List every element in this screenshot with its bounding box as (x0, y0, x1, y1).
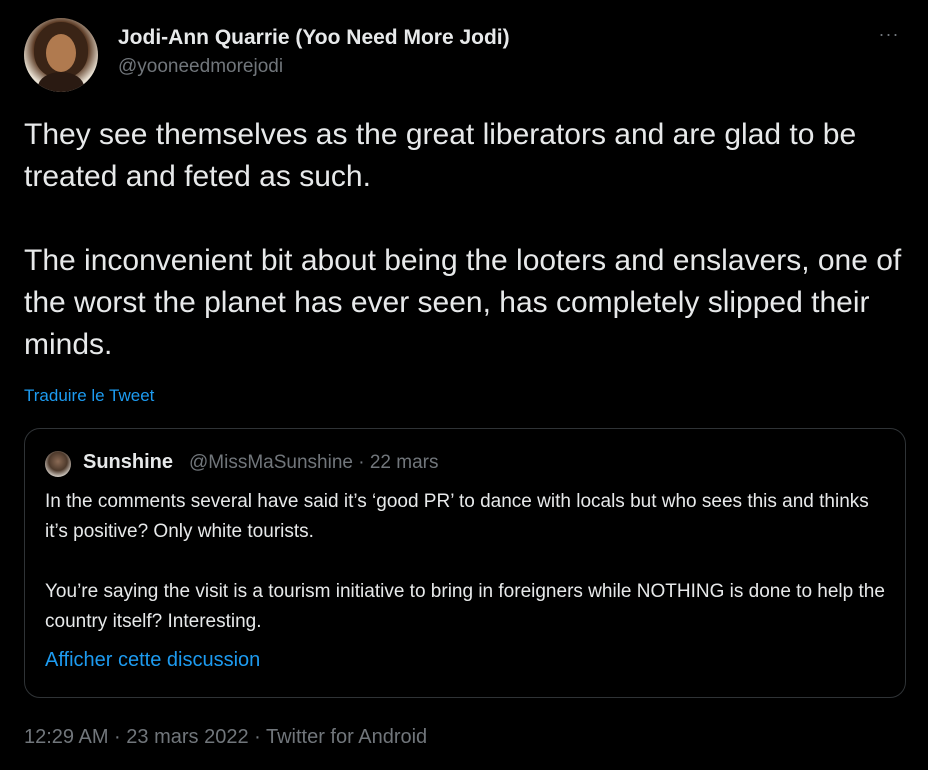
tweet-header: Jodi-Ann Quarrie (Yoo Need More Jodi) @y… (24, 18, 904, 94)
author-handle[interactable]: @yooneedmorejodi (118, 56, 283, 78)
tweet-paragraph-2: The inconvenient bit about being the loo… (24, 244, 902, 361)
quoted-paragraph-1: In the comments several have said it’s ‘… (45, 491, 869, 542)
quoted-author-name: Sunshine (83, 451, 174, 473)
show-thread-link[interactable]: Afficher cette discussion (45, 649, 260, 672)
quoted-paragraph-2: You’re saying the visit is a tourism ini… (45, 581, 885, 632)
author-name[interactable]: Jodi-Ann Quarrie (Yoo Need More Jodi) (118, 26, 510, 50)
tweet-paragraph-1: They see themselves as the great liberat… (24, 118, 857, 193)
quoted-tweet[interactable]: Sunshine @MissMaSunshine · 22 mars In th… (24, 428, 906, 698)
more-options-icon[interactable]: ··· (874, 24, 904, 44)
avatar-body (38, 72, 84, 92)
translate-tweet-link[interactable]: Traduire le Tweet (24, 386, 154, 406)
avatar-face (46, 34, 76, 72)
quoted-author-meta: @MissMaSunshine · 22 mars (189, 452, 439, 473)
quoted-tweet-text: In the comments several have said it’s ‘… (45, 487, 895, 637)
author-avatar[interactable] (24, 18, 98, 92)
tweet-timestamp[interactable]: 12:29 AM · 23 mars 2022 · Twitter for An… (24, 726, 427, 749)
quoted-author-avatar (45, 451, 71, 477)
tweet: Jodi-Ann Quarrie (Yoo Need More Jodi) @y… (0, 0, 928, 770)
tweet-text: They see themselves as the great liberat… (24, 114, 904, 366)
